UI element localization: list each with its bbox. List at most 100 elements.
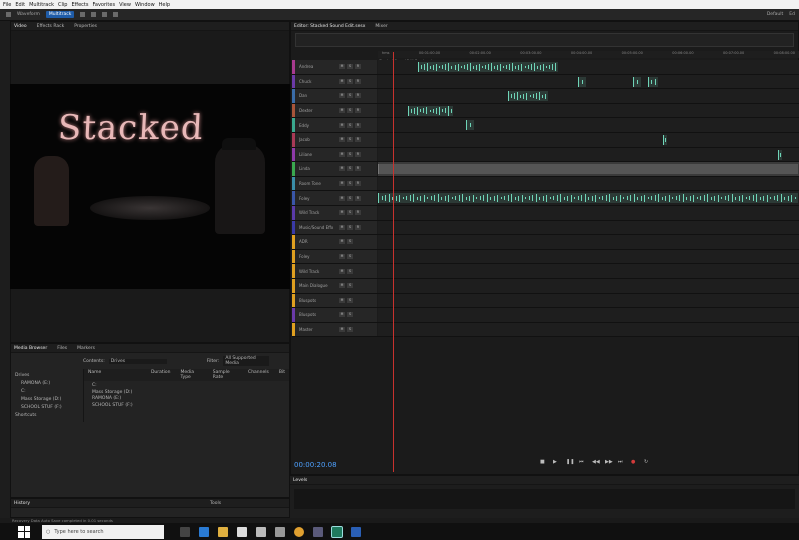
tab-mixer[interactable]: Mixer bbox=[375, 24, 387, 29]
waveform-view-button[interactable]: Waveform bbox=[17, 12, 40, 17]
track-name[interactable]: Wild Track bbox=[299, 269, 339, 274]
taskbar-search-input[interactable]: ○ Type here to search bbox=[42, 524, 164, 539]
mute-button[interactable]: M bbox=[339, 210, 345, 216]
fast-forward-icon[interactable]: ▶▶ bbox=[605, 460, 613, 465]
track-header[interactable]: Dexter M S R bbox=[292, 103, 377, 118]
list-item[interactable]: RAMONA (E:) bbox=[92, 396, 281, 401]
mute-button[interactable]: M bbox=[339, 224, 345, 230]
menu-favorites[interactable]: Favorites bbox=[92, 2, 115, 8]
track-header[interactable]: Chuck M S R bbox=[292, 74, 377, 89]
tab-editor[interactable]: Editor: Stacked Sound Edit.sesx bbox=[294, 24, 365, 29]
track-name[interactable]: Foley bbox=[299, 196, 339, 201]
track-name[interactable]: Music/Sound Effx bbox=[299, 225, 339, 230]
solo-button[interactable]: S bbox=[347, 239, 353, 245]
mute-button[interactable]: M bbox=[339, 151, 345, 157]
move-tool-icon[interactable] bbox=[80, 12, 86, 17]
record-arm-button[interactable]: R bbox=[355, 224, 361, 230]
solo-button[interactable]: S bbox=[347, 181, 353, 187]
pause-icon[interactable]: ❚❚ bbox=[566, 460, 574, 465]
track-lane[interactable] bbox=[378, 322, 799, 337]
mute-button[interactable]: M bbox=[339, 239, 345, 245]
track-row[interactable]: Dexter M S R bbox=[292, 103, 799, 119]
track-name[interactable]: Master bbox=[299, 327, 339, 332]
track-header[interactable]: Bluspots M S bbox=[292, 308, 377, 322]
app-icon[interactable] bbox=[313, 526, 323, 537]
solo-button[interactable]: S bbox=[347, 64, 353, 70]
tree-item[interactable]: C: bbox=[15, 389, 79, 394]
solo-button[interactable]: S bbox=[347, 327, 353, 333]
play-icon[interactable]: ▶ bbox=[553, 460, 558, 465]
track-name[interactable]: Jacob bbox=[299, 137, 339, 142]
word-icon[interactable] bbox=[351, 526, 361, 537]
track-header[interactable]: ADR M S bbox=[292, 235, 377, 249]
column-header[interactable]: Channels bbox=[248, 370, 269, 380]
record-arm-button[interactable]: R bbox=[355, 137, 361, 143]
track-row[interactable]: ADR M S bbox=[292, 235, 799, 250]
tab-tools[interactable]: Tools bbox=[210, 501, 221, 506]
track-header[interactable]: Master M S bbox=[292, 322, 377, 337]
tab-properties[interactable]: Properties bbox=[74, 24, 97, 29]
mute-button[interactable]: M bbox=[339, 312, 345, 318]
track-row[interactable]: Andrea M S R bbox=[292, 60, 799, 75]
solo-button[interactable]: S bbox=[347, 151, 353, 157]
tab-video[interactable]: Video bbox=[14, 24, 27, 29]
solo-button[interactable]: S bbox=[347, 122, 353, 128]
track-name[interactable]: Eddy bbox=[299, 123, 339, 128]
mute-button[interactable]: M bbox=[339, 108, 345, 114]
track-name[interactable]: Foley bbox=[299, 254, 339, 259]
track-header[interactable]: Linda M S R bbox=[292, 162, 377, 176]
record-icon[interactable]: ● bbox=[631, 460, 636, 465]
record-arm-button[interactable]: R bbox=[355, 122, 361, 128]
track-name[interactable]: Linda bbox=[299, 166, 339, 171]
track-row[interactable]: Foley M S R bbox=[292, 191, 799, 206]
record-arm-button[interactable]: R bbox=[355, 210, 361, 216]
track-lane[interactable] bbox=[378, 206, 799, 220]
skip-back-icon[interactable]: ⏮ bbox=[579, 460, 584, 465]
track-name[interactable]: Bluspots bbox=[299, 298, 339, 303]
record-arm-button[interactable]: R bbox=[355, 64, 361, 70]
solo-button[interactable]: S bbox=[347, 312, 353, 318]
mute-button[interactable]: M bbox=[339, 78, 345, 84]
track-header[interactable]: Dan M S R bbox=[292, 89, 377, 103]
track-row[interactable]: Liliane M S R bbox=[292, 147, 799, 163]
column-header[interactable]: Sample Rate bbox=[213, 370, 238, 380]
audio-clip[interactable] bbox=[378, 164, 798, 175]
track-name[interactable]: Wild Track bbox=[299, 210, 339, 215]
tab-media-browser[interactable]: Media Browser bbox=[14, 346, 47, 351]
loop-icon[interactable]: ↻ bbox=[644, 460, 649, 465]
track-row[interactable]: Music/Sound Effx M S R bbox=[292, 220, 799, 236]
rewind-icon[interactable]: ◀◀ bbox=[592, 460, 600, 465]
track-row[interactable]: Wild Track M S R bbox=[292, 206, 799, 221]
mute-button[interactable]: M bbox=[339, 327, 345, 333]
tree-item[interactable]: Drives bbox=[15, 373, 79, 378]
solo-button[interactable]: S bbox=[347, 108, 353, 114]
track-header[interactable]: Music/Sound Effx M S R bbox=[292, 220, 377, 235]
menu-multitrack[interactable]: Multitrack bbox=[29, 2, 54, 8]
file-explorer-icon[interactable] bbox=[218, 526, 228, 537]
track-lane[interactable] bbox=[378, 191, 799, 205]
track-row[interactable]: Linda M S R bbox=[292, 162, 799, 177]
track-lane[interactable] bbox=[378, 249, 799, 264]
mute-button[interactable]: M bbox=[339, 195, 345, 201]
solo-button[interactable]: S bbox=[347, 93, 353, 99]
mute-button[interactable]: M bbox=[339, 137, 345, 143]
windows-start-icon[interactable] bbox=[18, 525, 30, 538]
solo-button[interactable]: S bbox=[347, 224, 353, 230]
track-lane[interactable] bbox=[378, 133, 799, 147]
mute-button[interactable]: M bbox=[339, 254, 345, 260]
track-row[interactable]: Main Dialogue M S bbox=[292, 279, 799, 294]
brush-icon[interactable] bbox=[113, 12, 119, 17]
menu-file[interactable]: File bbox=[3, 2, 11, 8]
track-row[interactable]: Wild Track M S bbox=[292, 264, 799, 279]
track-lane[interactable] bbox=[378, 60, 799, 74]
track-header[interactable]: Bluspots M S bbox=[292, 293, 377, 308]
tab-files[interactable]: Files bbox=[57, 346, 67, 351]
track-name[interactable]: Dexter bbox=[299, 108, 339, 113]
track-row[interactable]: Chuck M S R bbox=[292, 74, 799, 90]
track-row[interactable]: Foley M S bbox=[292, 249, 799, 265]
record-arm-button[interactable]: R bbox=[355, 181, 361, 187]
tab-levels[interactable]: Levels bbox=[293, 478, 307, 483]
solo-button[interactable]: S bbox=[347, 78, 353, 84]
list-item[interactable]: Mass Storage (D:) bbox=[92, 390, 281, 395]
waveform-icon[interactable] bbox=[6, 12, 11, 17]
